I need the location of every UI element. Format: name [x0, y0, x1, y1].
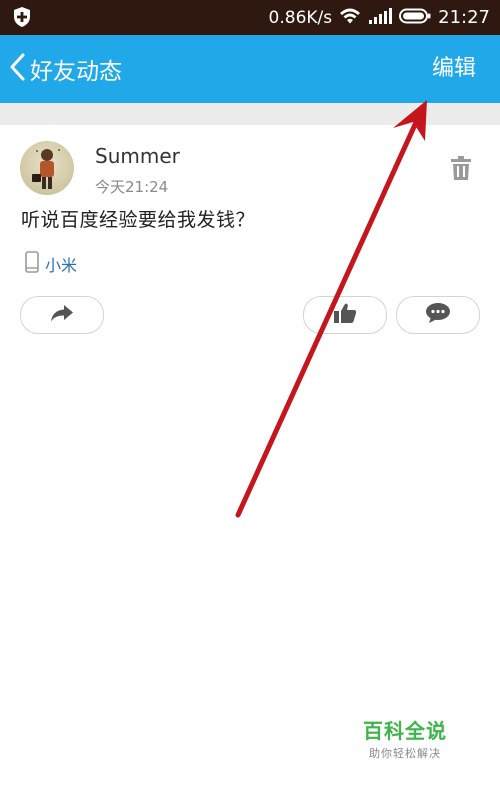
post-content: 听说百度经验要给我发钱？	[21, 209, 256, 231]
battery-icon	[399, 8, 431, 28]
like-button[interactable]	[303, 296, 387, 334]
post-timestamp: 今天21:24	[95, 178, 169, 196]
watermark-subtitle: 助你轻松解决	[369, 747, 441, 760]
wifi-icon	[339, 7, 361, 29]
shield-plus-icon	[12, 6, 32, 32]
share-icon	[49, 303, 75, 327]
device-name[interactable]: 小米	[45, 252, 77, 276]
thumbs-up-icon	[333, 302, 357, 328]
delete-icon[interactable]	[450, 155, 472, 185]
post-author[interactable]: Summer	[95, 144, 180, 168]
comment-button[interactable]	[396, 296, 480, 334]
edit-button[interactable]: 编辑	[432, 35, 476, 103]
clock: 21:27	[438, 7, 490, 28]
back-button[interactable]: 好友动态	[8, 35, 122, 103]
page-title: 好友动态	[30, 59, 122, 85]
status-bar: 0.86K/s 21:27	[0, 0, 500, 35]
title-bar: 好友动态 编辑	[0, 35, 500, 103]
post-device: 小米	[25, 251, 77, 277]
signal-icon	[368, 7, 393, 29]
back-chevron-icon	[8, 52, 28, 86]
network-speed: 0.86K/s	[268, 7, 333, 28]
phone-icon	[25, 251, 39, 277]
avatar[interactable]	[20, 141, 74, 195]
comment-icon	[425, 302, 451, 328]
watermark-logo: 百科全说 助你轻松解决	[350, 715, 460, 761]
watermark-title: 百科全说	[363, 719, 447, 743]
share-button[interactable]	[20, 296, 104, 334]
status-indicators: 0.86K/s 21:27	[269, 0, 490, 35]
section-divider	[0, 103, 500, 125]
